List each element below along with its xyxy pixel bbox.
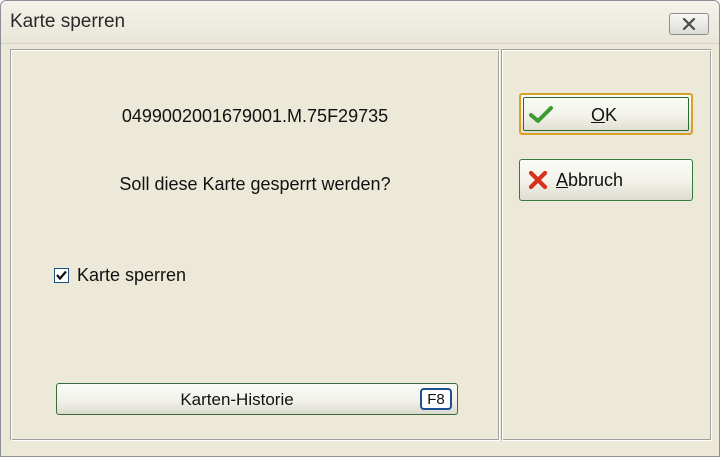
content-panel: 0499002001679001.M.75F29735 Soll diese K… (10, 49, 500, 441)
red-x-icon (528, 170, 548, 190)
lock-card-checkbox-row[interactable]: Karte sperren (54, 265, 186, 286)
close-button[interactable] (669, 13, 709, 35)
title-bar[interactable]: Karte sperren (1, 1, 719, 44)
action-panel: OK Abbruch (501, 49, 712, 441)
confirmation-question: Soll diese Karte gesperrt werden? (119, 174, 391, 194)
cancel-button[interactable]: Abbruch (519, 159, 693, 201)
cancel-button-label: Abbruch (556, 170, 624, 190)
dialog-window: Karte sperren 0499002001679001.M.75F2973… (0, 0, 720, 457)
f8-shortcut-badge: F8 (420, 388, 452, 410)
lock-card-checkbox[interactable] (54, 268, 69, 283)
window-title: Karte sperren (10, 11, 126, 32)
close-icon (682, 18, 696, 30)
checkmark-icon (529, 106, 553, 123)
lock-card-checkbox-label[interactable]: Karte sperren (77, 265, 186, 286)
ok-button-label: OK (591, 105, 618, 125)
checkmark-icon (56, 270, 67, 281)
card-history-button[interactable]: Karten-Historie F8 (56, 383, 458, 415)
card-number: 0499002001679001.M.75F29735 (121, 106, 389, 126)
card-history-label: Karten-Historie (180, 390, 294, 409)
ok-button[interactable]: OK (519, 93, 693, 135)
